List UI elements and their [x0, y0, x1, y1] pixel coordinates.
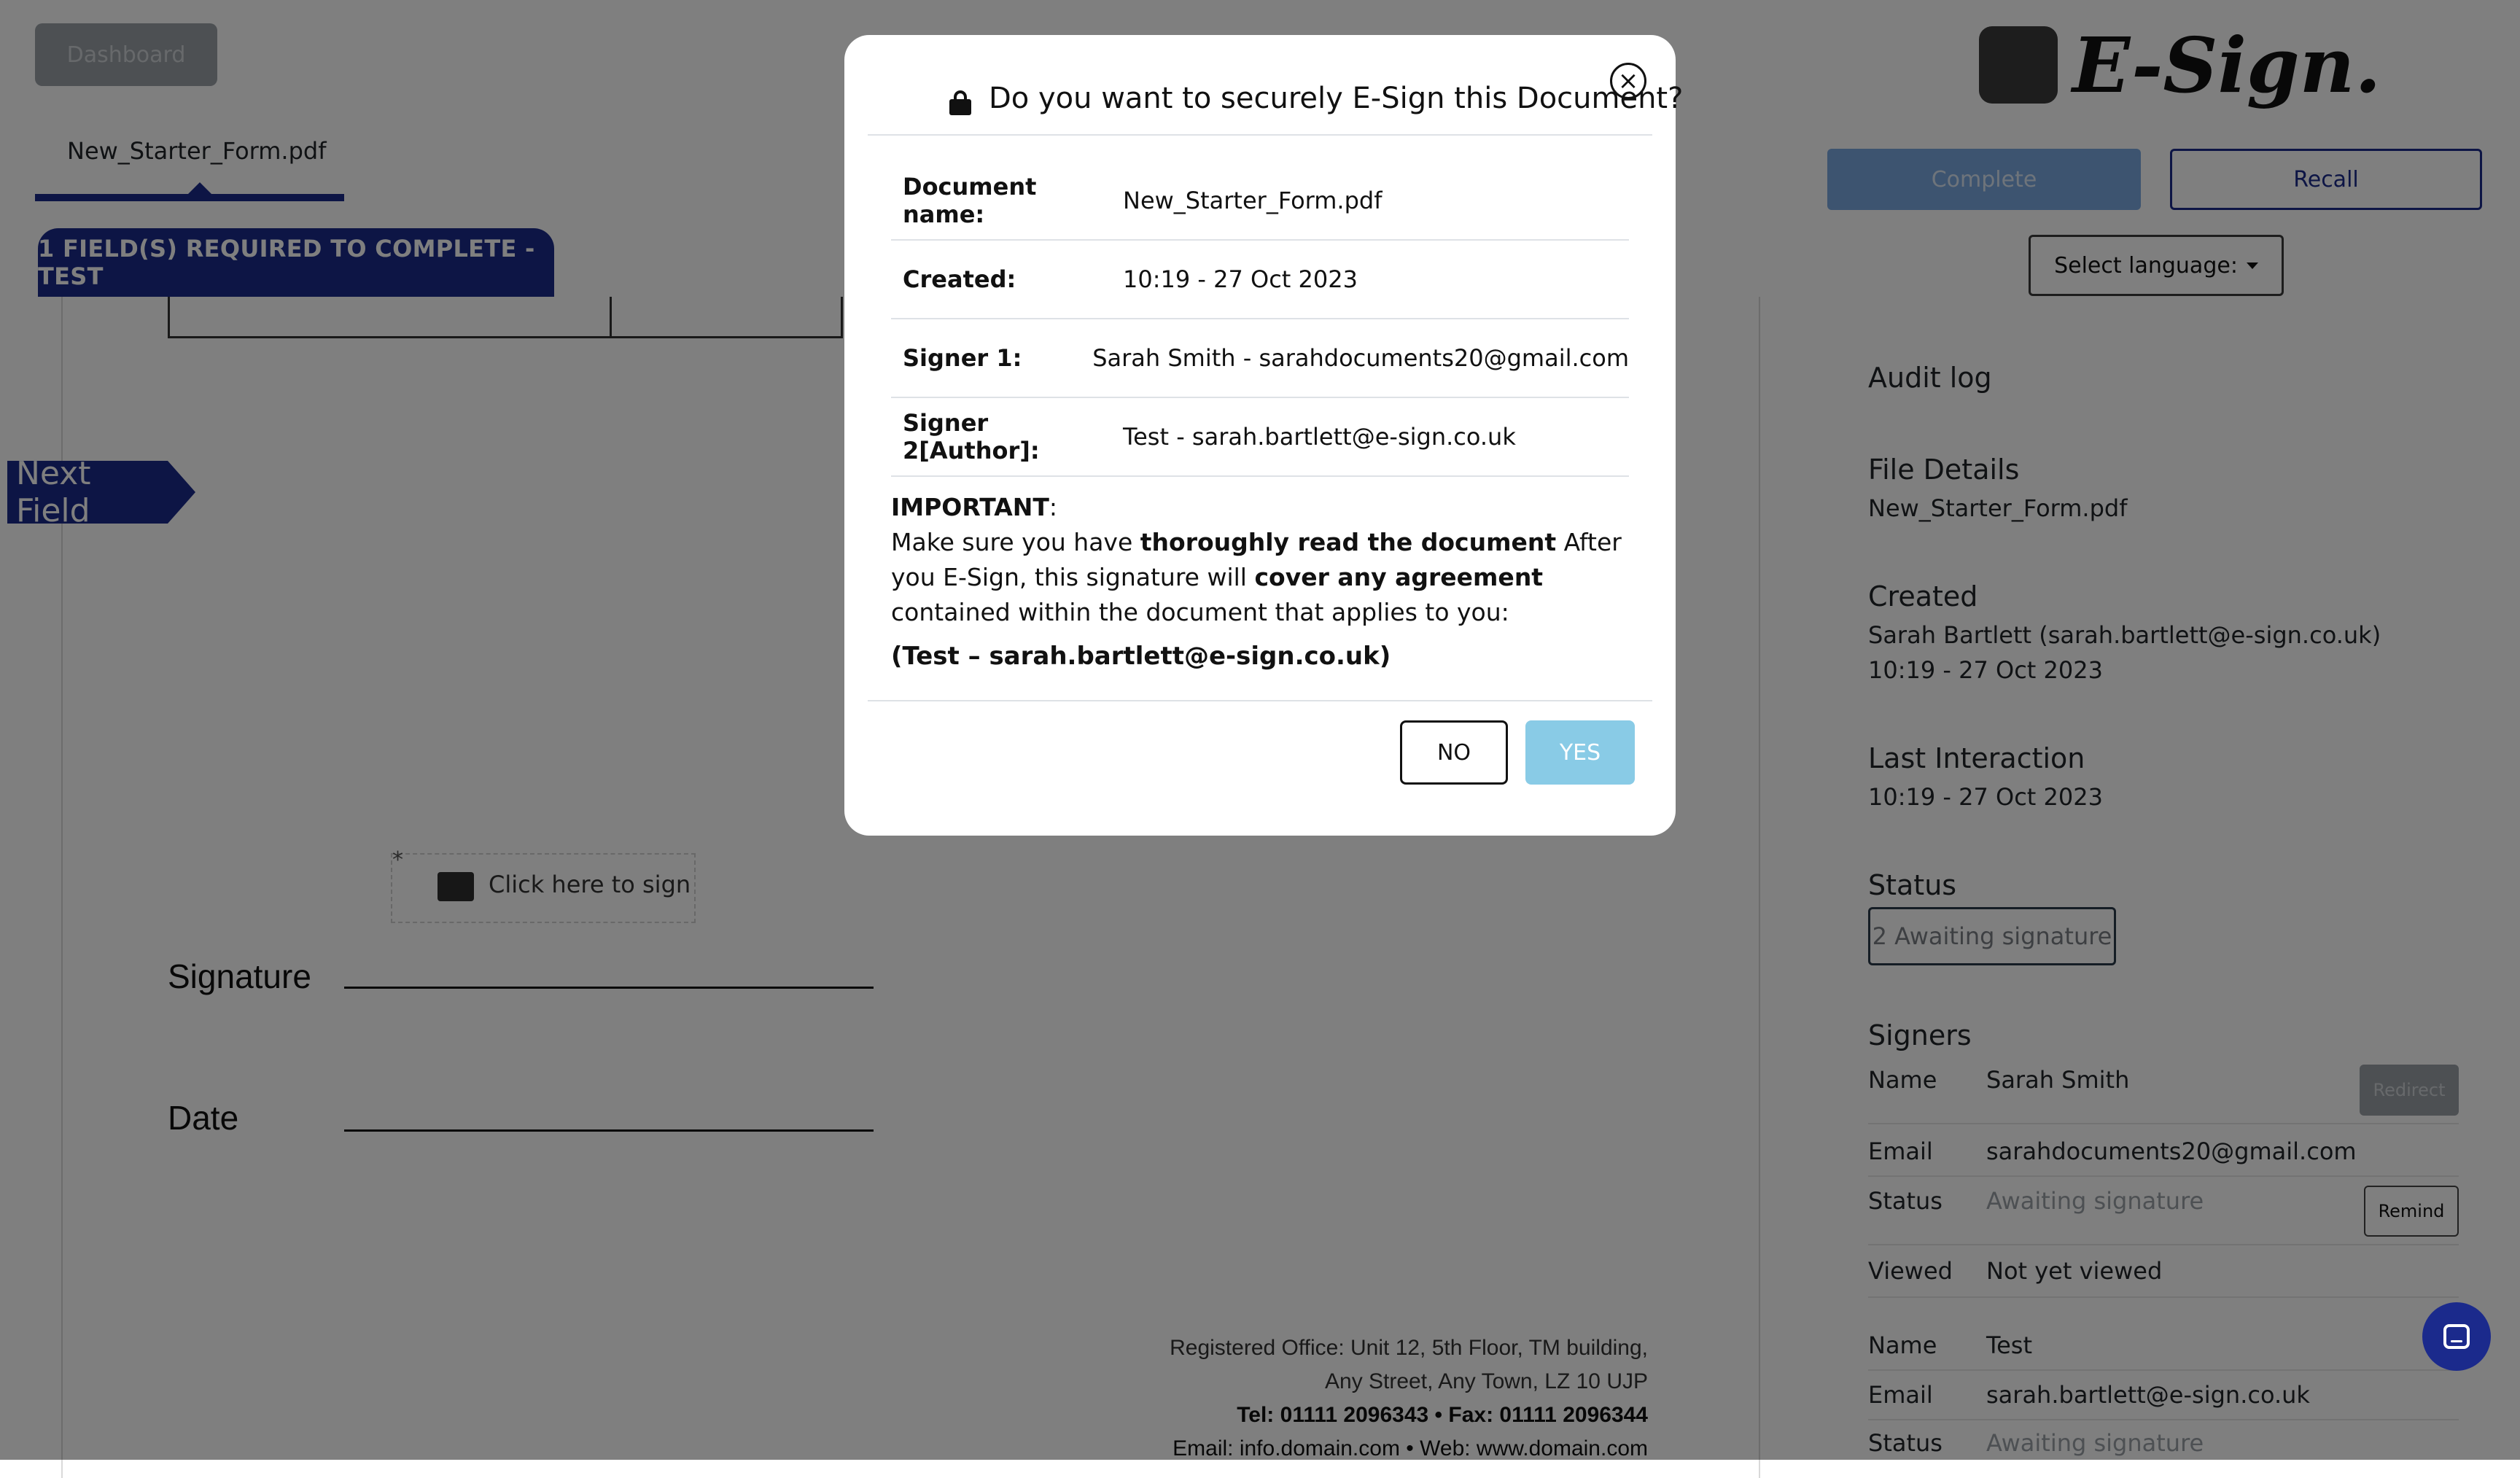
important-colon: : [1049, 493, 1058, 521]
notice-text: contained within the document that appli… [891, 598, 1509, 626]
info-value: 10:19 - 27 Oct 2023 [1123, 265, 1358, 293]
table-row: Created: 10:19 - 27 Oct 2023 [891, 241, 1629, 319]
modal-footer-divider [868, 700, 1652, 701]
table-row: Signer 1: Sarah Smith - sarahdocuments20… [891, 319, 1629, 398]
important-label: IMPORTANT [891, 493, 1049, 521]
document-info-table: Document name: New_Starter_Form.pdf Crea… [891, 162, 1629, 477]
no-button[interactable]: NO [1400, 720, 1508, 785]
notice-bold: thoroughly read the document [1140, 528, 1557, 556]
table-row: Document name: New_Starter_Form.pdf [891, 162, 1629, 241]
chat-icon [2443, 1324, 2470, 1349]
info-key: Document name: [903, 173, 1037, 228]
chat-button[interactable] [2422, 1302, 2491, 1371]
info-key: Created: [903, 265, 1016, 293]
signer-identity: (Test – sarah.bartlett@e-sign.co.uk) [891, 642, 1391, 671]
yes-button[interactable]: YES [1525, 720, 1635, 785]
notice-bold: cover any agreement [1254, 563, 1544, 591]
info-value: Test - sarah.bartlett@e-sign.co.uk [1123, 423, 1516, 451]
table-row: Signer 2[Author]: Test - sarah.bartlett@… [891, 398, 1629, 477]
modal-title: Do you want to securely E-Sign this Docu… [989, 82, 1684, 115]
info-key: Signer 1: [903, 344, 1022, 372]
info-value: New_Starter_Form.pdf [1123, 187, 1382, 214]
info-key: Signer 2[Author]: [903, 409, 1040, 464]
info-value: Sarah Smith - sarahdocuments20@gmail.com [1092, 344, 1629, 372]
important-notice: IMPORTANT: Make sure you have thoroughly… [891, 490, 1635, 630]
modal-header-divider [868, 134, 1652, 136]
notice-text: Make sure you have [891, 528, 1140, 556]
lock-icon [949, 90, 973, 115]
